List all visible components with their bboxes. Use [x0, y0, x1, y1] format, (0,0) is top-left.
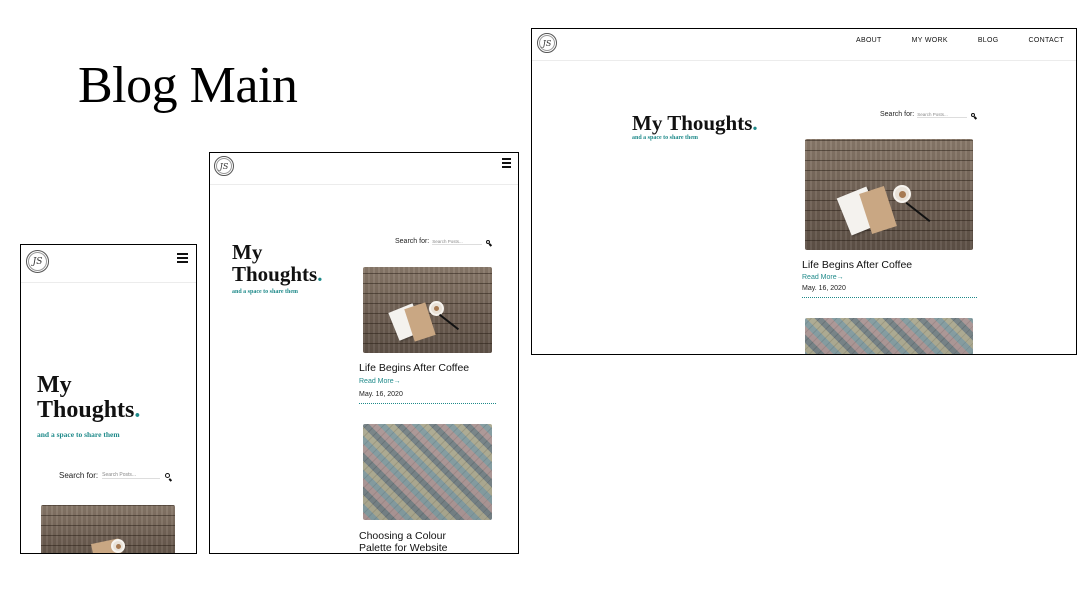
page-title-line2: Thoughts: [37, 397, 135, 424]
search-bar: Search for: Search Posts...: [880, 111, 976, 118]
pen-shape: [905, 201, 931, 223]
title-dot: .: [752, 111, 758, 135]
page-title: My Thoughts.: [37, 372, 141, 424]
coffee-cup-shape: [893, 185, 911, 203]
page-title: My Thoughts.: [232, 241, 322, 285]
post-title[interactable]: Choosing a Colour Palette for Website: [359, 530, 479, 553]
nav-link-my-work[interactable]: MY WORK: [912, 37, 948, 44]
pen-shape: [438, 313, 460, 331]
post-image-coffee[interactable]: [41, 505, 175, 553]
tablet-frame: JS My Thoughts. and a space to share the…: [209, 152, 519, 554]
read-more-link[interactable]: Read More→: [802, 274, 844, 281]
main-menu: ABOUT MY WORK BLOG CONTACT: [856, 37, 1064, 44]
page-title-line1: My: [37, 372, 72, 398]
page-title: My Thoughts.: [632, 112, 758, 134]
page-title-line2: Thoughts: [232, 262, 318, 287]
post-image-coffee[interactable]: [363, 267, 492, 353]
hamburger-menu-icon[interactable]: [177, 253, 188, 263]
page-title-line1: My: [232, 240, 263, 264]
hamburger-menu-icon[interactable]: [502, 158, 511, 168]
search-input[interactable]: Search Posts...: [917, 112, 968, 118]
page-subtitle: and a space to share them: [232, 289, 299, 295]
search-label: Search for:: [59, 471, 99, 480]
desktop-navbar: JS ABOUT MY WORK BLOG CONTACT: [532, 29, 1076, 61]
post-image-coffee[interactable]: [805, 139, 973, 250]
page-subtitle: and a space to share them: [632, 135, 699, 141]
post-date: May. 16, 2020: [359, 391, 403, 398]
post-image-tiles[interactable]: [363, 424, 492, 520]
nav-link-contact[interactable]: CONTACT: [1028, 37, 1063, 44]
search-bar: Search for: Search Posts...: [395, 238, 491, 245]
search-label: Search for:: [880, 111, 915, 118]
logo[interactable]: JS: [214, 156, 234, 176]
logo-text: JS: [219, 161, 229, 171]
nav-link-about[interactable]: ABOUT: [856, 37, 882, 44]
logo-text: JS: [32, 256, 43, 267]
title-dot: .: [134, 397, 141, 424]
read-more-link[interactable]: Read More→: [359, 378, 401, 385]
search-icon[interactable]: [165, 473, 171, 478]
post-divider: [359, 403, 496, 404]
coffee-cup-shape: [429, 301, 444, 316]
desktop-frame: JS ABOUT MY WORK BLOG CONTACT My Thought…: [531, 28, 1077, 355]
title-dot: .: [317, 262, 323, 287]
tablet-navbar: JS: [210, 153, 518, 185]
search-label: Search for:: [395, 238, 430, 245]
nav-link-blog[interactable]: BLOG: [978, 37, 999, 44]
mobile-navbar: JS: [21, 245, 196, 283]
logo-text: JS: [542, 38, 552, 48]
logo[interactable]: JS: [26, 250, 49, 273]
search-icon[interactable]: [486, 239, 491, 244]
search-input[interactable]: Search Posts...: [102, 472, 161, 479]
page-title-text: My Thoughts: [632, 111, 753, 135]
search-bar: Search for: Search Posts...: [59, 471, 171, 480]
post-image-tiles[interactable]: [805, 318, 973, 354]
slide-title: Blog Main: [78, 57, 298, 114]
search-icon[interactable]: [971, 112, 976, 117]
mobile-frame: JS My Thoughts. and a space to share the…: [20, 244, 197, 554]
post-title[interactable]: Life Begins After Coffee: [359, 362, 469, 374]
page-subtitle: and a space to share them: [37, 430, 120, 439]
post-date: May. 16, 2020: [802, 285, 846, 292]
search-input[interactable]: Search Posts...: [432, 239, 483, 245]
post-title[interactable]: Life Begins After Coffee: [802, 259, 912, 271]
logo[interactable]: JS: [537, 33, 557, 53]
coffee-cup-shape: [111, 539, 125, 553]
post-divider: [802, 297, 977, 298]
